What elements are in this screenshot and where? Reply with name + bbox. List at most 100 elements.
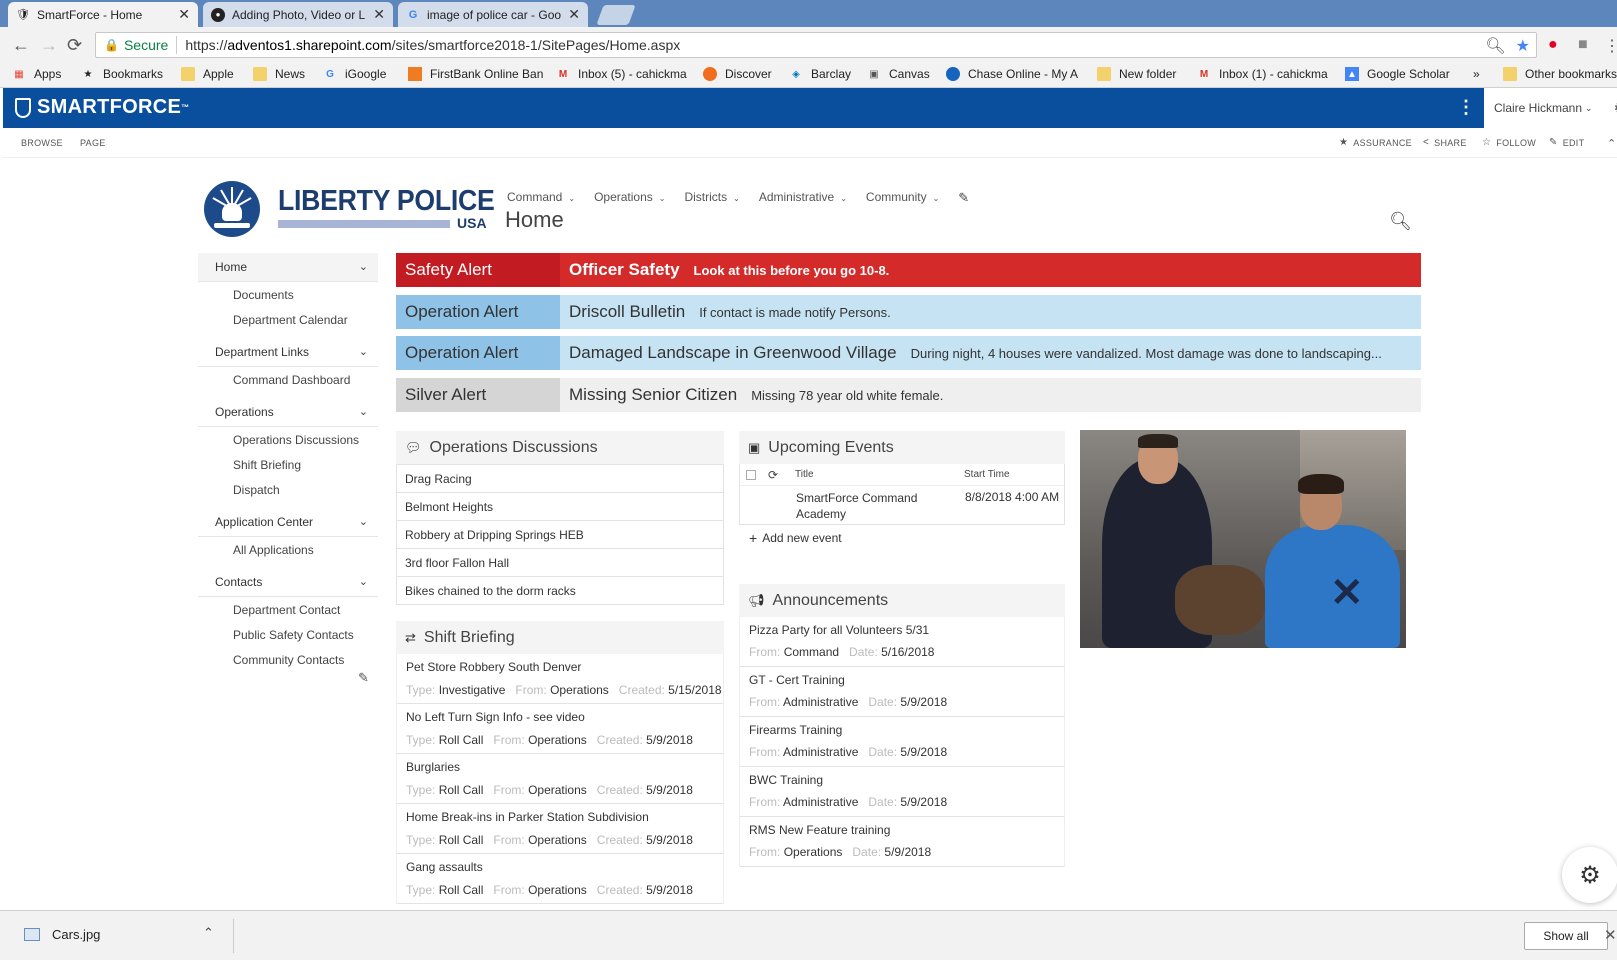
bookmark-igoogle[interactable]: GiGoogle xyxy=(323,67,386,81)
select-all-checkbox[interactable] xyxy=(746,469,756,480)
briefing-item[interactable]: Pet Store Robbery South Denver Type: Inv… xyxy=(396,654,724,704)
gear-icon[interactable]: ⚙ xyxy=(1614,99,1617,117)
address-bar[interactable]: 🔒 Secure https://adventos1.sharepoint.co… xyxy=(95,32,1537,58)
webpart-title[interactable]: Shift Briefing xyxy=(424,629,515,647)
new-tab-button[interactable] xyxy=(596,5,636,25)
leftnav-dispatch[interactable]: Dispatch xyxy=(198,477,378,502)
downloaded-file[interactable]: Cars.jpg xyxy=(24,927,100,942)
leftnav-documents[interactable]: Documents xyxy=(198,282,378,307)
refresh-icon[interactable]: ⟳ xyxy=(768,468,778,482)
bookmark-chase[interactable]: Chase Online - My A xyxy=(946,67,1078,81)
share-button[interactable]: < SHARE xyxy=(1423,137,1467,148)
leftnav-contacts[interactable]: Contacts ⌄ xyxy=(198,568,378,597)
pinterest-icon[interactable]: ● xyxy=(1548,36,1558,54)
ribbon-tab-browse[interactable]: BROWSE xyxy=(21,138,63,148)
show-all-button[interactable]: Show all xyxy=(1524,922,1608,950)
leftnav-public-safety-contacts[interactable]: Public Safety Contacts xyxy=(198,622,378,647)
close-icon[interactable]: ✕ xyxy=(1604,926,1617,944)
discussion-item[interactable]: Bikes chained to the dorm racks xyxy=(396,577,724,605)
chevron-down-icon[interactable]: ⌄ xyxy=(359,575,368,588)
bookmark-canvas[interactable]: ▣ Canvas xyxy=(867,67,929,81)
chevron-down-icon[interactable]: ⌄ xyxy=(359,515,368,528)
announcement-item[interactable]: RMS New Feature training From: Operation… xyxy=(739,817,1065,867)
chevron-down-icon[interactable]: ⌄ xyxy=(359,260,368,273)
chevron-down-icon[interactable]: ⌄ xyxy=(359,405,368,418)
leftnav-application-center[interactable]: Application Center ⌄ xyxy=(198,508,378,537)
announcement-item[interactable]: Firearms Training From: Administrative Da… xyxy=(739,717,1065,767)
leftnav-shift-briefing[interactable]: Shift Briefing xyxy=(198,452,378,477)
bookmark-new-folder[interactable]: New folder xyxy=(1097,67,1176,81)
bookmark-star-icon[interactable]: ★ xyxy=(1516,36,1530,56)
discussion-item[interactable]: Robbery at Dripping Springs HEB xyxy=(396,521,724,549)
reload-icon[interactable]: ⟳ xyxy=(67,35,82,55)
announcement-item[interactable]: BWC Training From: Administrative Date: 5… xyxy=(739,767,1065,817)
forward-arrow-icon[interactable]: → xyxy=(40,35,58,55)
briefing-item[interactable]: Home Break-ins in Parker Station Subdivi… xyxy=(396,804,724,854)
edit-button[interactable]: ✎ EDIT xyxy=(1549,137,1584,148)
leftnav-all-applications[interactable]: All Applications xyxy=(198,537,378,562)
leftnav-department-calendar[interactable]: Department Calendar xyxy=(198,307,378,332)
nav-operations[interactable]: Operations ⌄ xyxy=(594,190,665,206)
operation-alert-banner[interactable]: Operation Alert Damaged Landscape in Gre… xyxy=(396,336,1421,370)
bookmark-news[interactable]: News xyxy=(253,67,305,81)
leftnav-home[interactable]: Home ⌄ xyxy=(198,253,378,282)
nav-districts[interactable]: Districts ⌄ xyxy=(684,190,739,206)
bookmarks-overflow-chevron[interactable]: » xyxy=(1473,67,1480,81)
bookmark-firstbank[interactable]: FirstBank Online Ban xyxy=(408,67,543,81)
extension-icon[interactable]: ■ xyxy=(1578,36,1588,54)
close-tab-icon[interactable]: ✕ xyxy=(373,6,385,23)
bookmark-discover[interactable]: Discover xyxy=(703,67,772,81)
briefing-item[interactable]: No Left Turn Sign Info - see video Type:… xyxy=(396,704,724,754)
edit-leftnav-pencil-icon[interactable]: ✎ xyxy=(358,670,369,686)
event-row[interactable]: SmartForce Command Academy 8/8/2018 4:00… xyxy=(740,486,1064,524)
announcement-item[interactable]: GT - Cert Training From: Administrative D… xyxy=(739,667,1065,717)
search-icon[interactable]: 🔍︎ xyxy=(1389,211,1412,232)
bookmark-other[interactable]: Other bookmarks xyxy=(1503,67,1617,81)
bookmark-bookmarks[interactable]: ★ Bookmarks xyxy=(81,67,164,81)
column-title[interactable]: Title xyxy=(795,469,814,480)
leftnav-department-contact[interactable]: Department Contact xyxy=(198,597,378,622)
leftnav-operations[interactable]: Operations ⌄ xyxy=(198,398,378,427)
chevron-up-icon[interactable]: ⌃ xyxy=(203,925,214,941)
discussion-item[interactable]: 3rd floor Fallon Hall xyxy=(396,549,724,577)
bookmark-inbox-5[interactable]: M Inbox (5) - cahickma xyxy=(556,67,687,81)
settings-gear-button[interactable]: ⚙ xyxy=(1562,847,1617,903)
user-menu[interactable]: Claire Hickmann⌄ ⚙ xyxy=(1484,88,1617,128)
column-start-time[interactable]: Start Time xyxy=(964,469,1010,480)
operation-alert-banner[interactable]: Operation Alert Driscoll Bulletin If con… xyxy=(396,295,1421,329)
assurance-button[interactable]: ★ ASSURANCE xyxy=(1339,137,1412,148)
smartforce-logo[interactable]: SMARTFORCE ™ xyxy=(15,96,189,119)
bookmark-apple[interactable]: Apple xyxy=(181,67,234,81)
briefing-item[interactable]: Gang assaults Type: Roll Call From: Opera… xyxy=(396,854,724,904)
nav-community[interactable]: Community ⌄ xyxy=(866,190,939,206)
safety-alert-banner[interactable]: Safety Alert Officer Safety Look at this… xyxy=(396,253,1421,287)
bookmark-inbox-1[interactable]: M Inbox (1) - cahickma xyxy=(1197,67,1328,81)
nav-administrative[interactable]: Administrative ⌄ xyxy=(759,190,847,206)
bookmark-barclay[interactable]: ◈ Barclay xyxy=(789,67,851,81)
add-new-event-link[interactable]: + Add new event xyxy=(739,525,1065,551)
menu-icon[interactable]: ⋮ xyxy=(1604,36,1617,56)
event-title[interactable]: SmartForce Command Academy xyxy=(796,490,931,522)
close-tab-icon[interactable]: ✕ xyxy=(568,6,580,23)
leftnav-command-dashboard[interactable]: Command Dashboard xyxy=(198,367,378,392)
more-options-icon[interactable]: ⋮ xyxy=(1457,97,1475,118)
bookmark-google-scholar[interactable]: ▲ Google Scholar xyxy=(1345,67,1450,81)
discussion-item[interactable]: Drag Racing xyxy=(396,465,724,493)
leftnav-operations-discussions[interactable]: Operations Discussions xyxy=(198,427,378,452)
silver-alert-banner[interactable]: Silver Alert Missing Senior Citizen Miss… xyxy=(396,378,1421,412)
liberty-police-logo[interactable]: LIBERTY POLICE USA xyxy=(204,177,495,237)
bookmark-apps[interactable]: ▦ Apps xyxy=(12,67,61,81)
briefing-item[interactable]: Burglaries Type: Roll Call From: Operatio… xyxy=(396,754,724,804)
browser-tab-google[interactable]: G image of police car - Goo ✕ xyxy=(398,2,588,27)
ribbon-tab-page[interactable]: PAGE xyxy=(80,138,106,148)
webpart-title[interactable]: Upcoming Events xyxy=(768,439,893,457)
webpart-title[interactable]: Operations Discussions xyxy=(430,439,598,457)
discussion-item[interactable]: Belmont Heights xyxy=(396,493,724,521)
announcement-item[interactable]: Pizza Party for all Volunteers 5/31 From… xyxy=(739,617,1065,667)
chevron-down-icon[interactable]: ⌄ xyxy=(359,345,368,358)
webpart-title[interactable]: Announcements xyxy=(773,592,889,610)
leftnav-department-links[interactable]: Department Links ⌄ xyxy=(198,338,378,367)
browser-tab-github[interactable]: ● Adding Photo, Video or L ✕ xyxy=(203,2,393,27)
nav-command[interactable]: Command ⌄ xyxy=(507,190,575,206)
edit-links-pencil-icon[interactable]: ✎ xyxy=(958,190,969,206)
